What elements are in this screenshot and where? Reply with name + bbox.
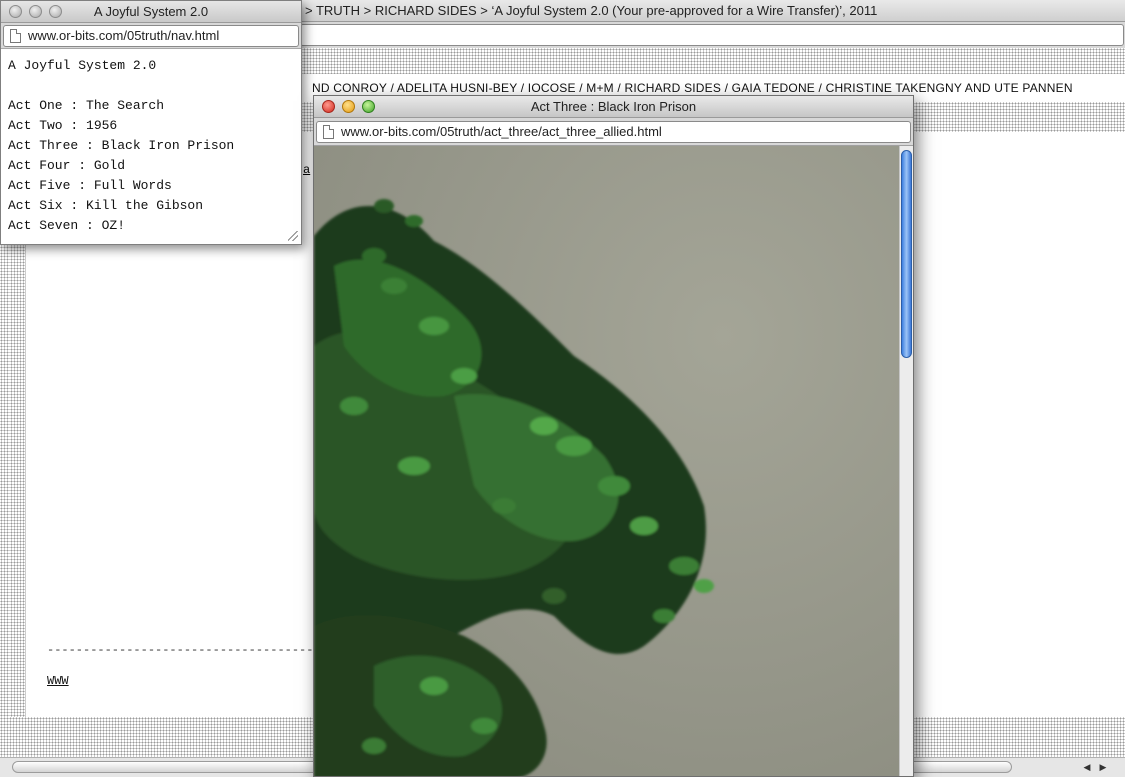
page-document-icon <box>323 125 334 139</box>
act-window-title: Act Three : Black Iron Prison <box>530 99 697 114</box>
nav-content: A Joyful System 2.0 Act One : The Search… <box>1 50 301 244</box>
nav-url-text: www.or-bits.com/05truth/nav.html <box>28 28 220 43</box>
scroll-left-arrow-icon[interactable]: ◀ <box>1080 760 1094 775</box>
act-link-seven[interactable]: Act Seven : OZ! <box>8 218 234 238</box>
act-three-popup-window: Act Three : Black Iron Prison www.or-bit… <box>313 95 914 777</box>
act-link-one[interactable]: Act One : The Search <box>8 98 234 118</box>
tree-foliage-illustration <box>314 199 714 776</box>
resize-grip-icon[interactable] <box>288 231 298 241</box>
act-link-two[interactable]: Act Two : 1956 <box>8 118 234 138</box>
nav-title-bar[interactable]: A Joyful System 2.0 <box>1 1 301 23</box>
act-list: Act One : The Search Act Two : 1956 Act … <box>8 98 234 238</box>
vertical-scrollbar[interactable] <box>899 146 913 776</box>
act-link-five[interactable]: Act Five : Full Words <box>8 178 234 198</box>
www-link[interactable]: WWW <box>47 674 69 688</box>
act-url-field[interactable]: www.or-bits.com/05truth/act_three/act_th… <box>316 121 911 143</box>
vertical-scroll-thumb[interactable] <box>901 150 912 358</box>
partially-hidden-link[interactable]: a <box>303 163 310 177</box>
main-window-title: > TRUTH > RICHARD SIDES > ‘A Joyful Syst… <box>305 3 878 18</box>
scroll-right-arrow-icon[interactable]: ▶ <box>1096 760 1110 775</box>
nav-heading: A Joyful System 2.0 <box>8 58 157 73</box>
nav-popup-window: A Joyful System 2.0 www.or-bits.com/05tr… <box>0 0 302 245</box>
nav-url-field[interactable]: www.or-bits.com/05truth/nav.html <box>3 25 299 47</box>
act-address-bar: www.or-bits.com/05truth/act_three/act_th… <box>314 118 913 146</box>
act-link-six[interactable]: Act Six : Kill the Gibson <box>8 198 234 218</box>
act-title-bar[interactable]: Act Three : Black Iron Prison <box>314 96 913 118</box>
act-link-four[interactable]: Act Four : Gold <box>8 158 234 178</box>
divider-dashes: ------------------------------------- <box>47 643 314 657</box>
page-document-icon <box>10 29 21 43</box>
tree-photo <box>314 146 899 776</box>
main-url-field[interactable] <box>300 24 1124 46</box>
act-url-text: www.or-bits.com/05truth/act_three/act_th… <box>341 124 662 139</box>
nav-window-title: A Joyful System 2.0 <box>93 4 209 19</box>
nav-address-bar: www.or-bits.com/05truth/nav.html <box>1 23 301 49</box>
artists-nav-links[interactable]: ND CONROY / ADELITA HUSNI-BEY / IOCOSE /… <box>312 81 1073 95</box>
act-link-three[interactable]: Act Three : Black Iron Prison <box>8 138 234 158</box>
